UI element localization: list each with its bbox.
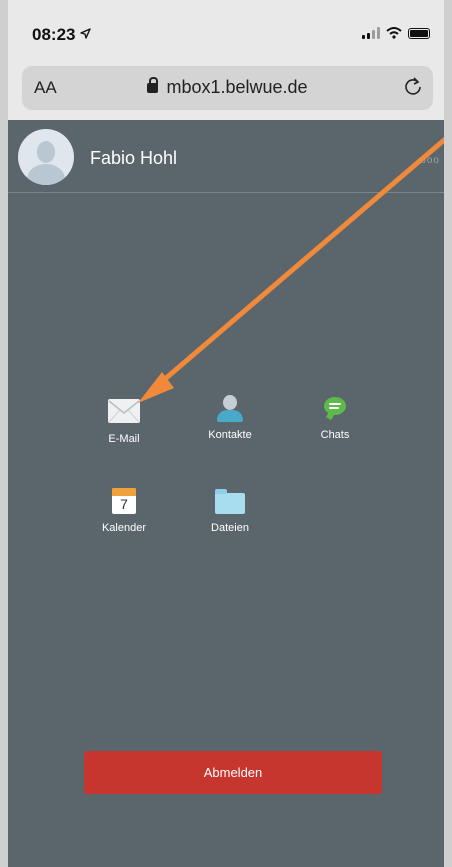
user-name: Fabio Hohl <box>90 148 178 168</box>
more-menu-icon[interactable]: ooo <box>420 155 440 166</box>
folder-icon <box>214 488 246 516</box>
app-tile-files[interactable]: Dateien <box>195 488 265 534</box>
battery-icon <box>408 27 430 39</box>
device-screen: 08:23 AA mbox1.belwue.de Fabio Hohl ooo … <box>8 0 444 867</box>
app-tile-contacts[interactable]: Kontakte <box>195 395 265 441</box>
lock-icon <box>147 77 159 93</box>
address-bar[interactable]: AA mbox1.belwue.de <box>22 66 433 110</box>
app-tile-chats[interactable]: Chats <box>300 395 370 441</box>
app-label: Dateien <box>211 522 249 534</box>
calendar-icon: 7 <box>108 488 140 516</box>
location-icon <box>80 28 91 39</box>
reload-icon[interactable] <box>403 76 423 96</box>
status-bar: 08:23 <box>8 0 444 58</box>
status-icons <box>362 27 430 39</box>
app-label: E-Mail <box>108 433 140 445</box>
contacts-icon <box>214 395 246 423</box>
chat-icon <box>319 395 351 423</box>
app-label: Chats <box>320 429 350 441</box>
app-tile-email[interactable]: E-Mail <box>89 395 159 445</box>
calendar-day: 7 <box>120 496 128 512</box>
wifi-icon <box>386 27 402 39</box>
mail-icon <box>108 399 140 423</box>
app-label: Kontakte <box>208 429 252 441</box>
logout-button[interactable]: Abmelden <box>84 751 382 794</box>
url-display[interactable]: mbox1.belwue.de <box>22 77 433 98</box>
app-tile-calendar[interactable]: 7 Kalender <box>89 488 159 534</box>
status-time: 08:23 <box>32 25 91 45</box>
signal-icon <box>362 27 380 39</box>
app-label: Kalender <box>101 522 147 534</box>
app-launcher: Fabio Hohl ooo E-Mail Kontakte Chats 7 K… <box>8 120 444 867</box>
user-header: Fabio Hohl ooo <box>8 120 444 193</box>
avatar[interactable] <box>18 129 74 185</box>
